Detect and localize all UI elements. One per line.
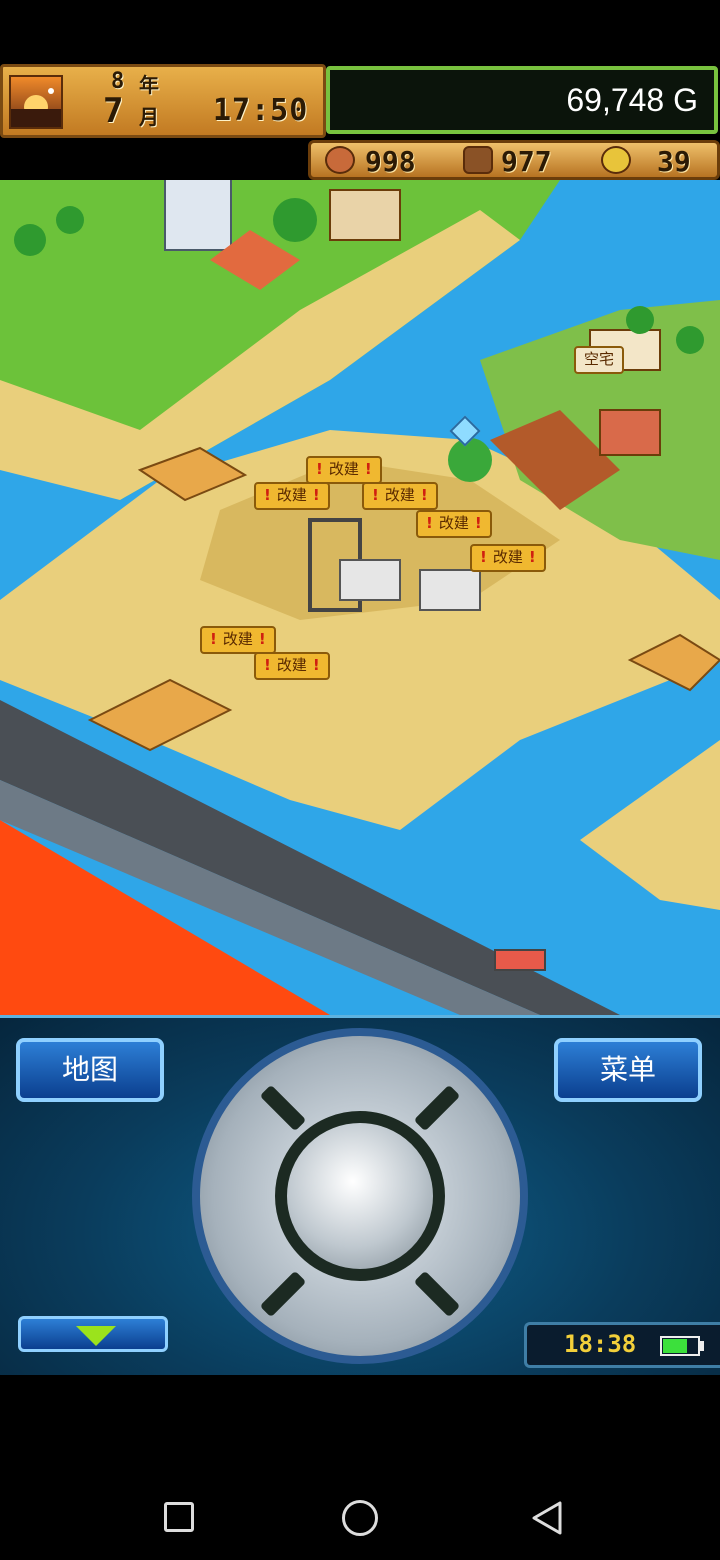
vacant-lot-label: 空宅 <box>584 350 615 368</box>
dpad-center-button[interactable] <box>275 1111 445 1281</box>
back-icon[interactable] <box>530 1500 566 1536</box>
rebuild-sign[interactable]: ! 改建! <box>362 482 438 510</box>
meat-icon <box>325 146 355 174</box>
map-terrain <box>0 180 720 1015</box>
rebuild-sign[interactable]: ! 改建! <box>306 456 382 484</box>
meat-count: 998 <box>365 145 416 178</box>
game-map[interactable]: 空宅 ! 改建! ! 改建! ! 改建! ! 改建! ! 改建! ! 改建! ! 改建! <box>0 180 720 1015</box>
alert-icon: ! <box>480 548 487 566</box>
alert-icon: ! <box>364 460 372 478</box>
map-button[interactable]: 地图 <box>16 1038 164 1102</box>
resources-bar: 998 977 39 <box>308 140 720 180</box>
battery-tip <box>700 1341 704 1351</box>
money-amount: 69,748 G <box>566 82 698 118</box>
alert-icon: ! <box>528 548 536 566</box>
game-clock: 17:50 <box>213 93 309 128</box>
recent-apps-icon[interactable] <box>164 1502 194 1532</box>
money-panel: 69,748 G <box>326 66 718 134</box>
alert-icon: ! <box>426 514 433 532</box>
alert-icon: ! <box>264 656 271 674</box>
alert-icon: ! <box>420 486 428 504</box>
year-label: 年 <box>139 73 159 97</box>
wood-log-icon <box>463 146 493 174</box>
month-label: 月 <box>139 105 159 129</box>
alert-icon: ! <box>312 486 320 504</box>
vacant-lot-sign[interactable]: 空宅 <box>574 346 625 374</box>
rebuild-sign[interactable]: ! 改建! <box>200 626 276 654</box>
alert-icon: ! <box>474 514 482 532</box>
rebuild-sign[interactable]: ! 改建! <box>254 482 330 510</box>
device-time: 18:38 <box>564 1330 637 1358</box>
chevron-down-icon <box>76 1326 116 1346</box>
alert-icon: ! <box>372 486 379 504</box>
rebuild-sign[interactable]: ! 改建! <box>470 544 546 572</box>
coin-count: 39 <box>657 145 691 178</box>
home-icon[interactable] <box>342 1500 378 1536</box>
battery-level <box>663 1339 687 1353</box>
wood-count: 977 <box>501 145 552 178</box>
alert-icon: ! <box>312 656 320 674</box>
alert-icon: ! <box>264 486 271 504</box>
sunset-icon <box>9 75 63 129</box>
gold-coin-icon <box>601 146 631 174</box>
menu-button[interactable]: 菜单 <box>554 1038 702 1102</box>
status-bar <box>0 0 720 64</box>
alert-icon: ! <box>210 630 217 648</box>
rebuild-sign[interactable]: ! 改建! <box>416 510 492 538</box>
date-time-panel: 8 年 7 月 17:50 <box>0 64 326 138</box>
alert-icon: ! <box>258 630 266 648</box>
alert-icon: ! <box>316 460 323 478</box>
rebuild-sign[interactable]: ! 改建! <box>254 652 330 680</box>
month-number: 7 <box>103 91 124 131</box>
